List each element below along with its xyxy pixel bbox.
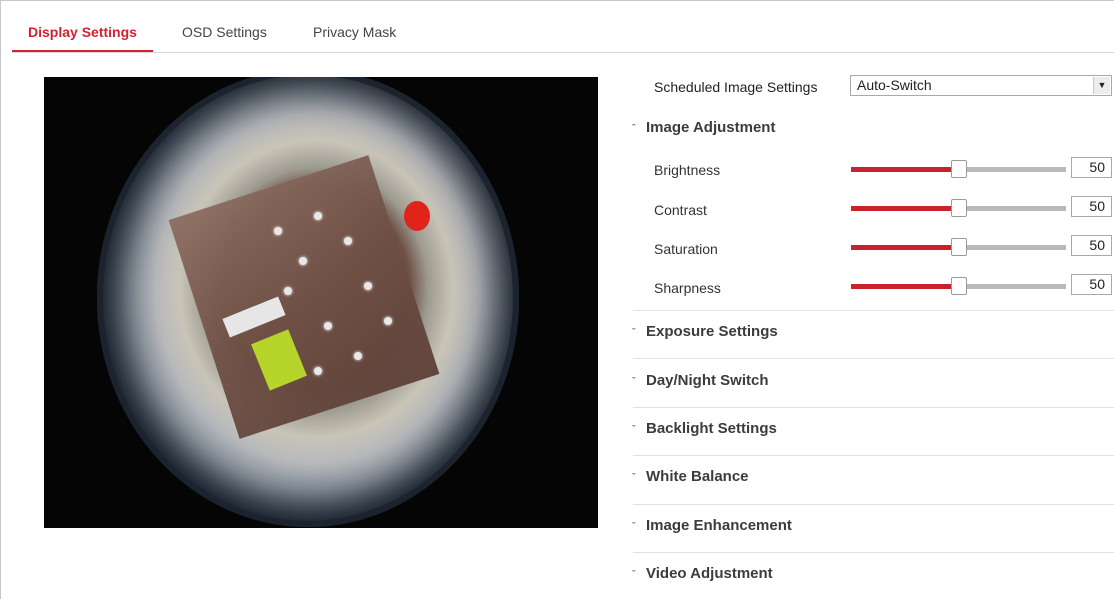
- saturation-label: Saturation: [654, 241, 718, 257]
- chevron-up-icon: ˆ: [632, 123, 636, 135]
- section-title: Exposure Settings: [646, 323, 778, 340]
- brightness-slider-thumb[interactable]: [950, 160, 967, 178]
- section-divider: [633, 358, 1114, 359]
- sharpness-slider-fill: [851, 284, 959, 289]
- saturation-slider-fill: [851, 245, 959, 250]
- section-title: Image Adjustment: [646, 119, 776, 136]
- fisheye-post: [284, 287, 292, 295]
- frame-border-top: [0, 0, 1114, 1]
- sharpness-value-field[interactable]: 50: [1071, 274, 1112, 295]
- section-exposure-settings[interactable]: ˇ Exposure Settings: [632, 322, 778, 343]
- fisheye-post: [354, 352, 362, 360]
- contrast-label: Contrast: [654, 202, 707, 218]
- section-divider: [633, 407, 1114, 408]
- fisheye-post: [314, 212, 322, 220]
- saturation-slider[interactable]: [851, 238, 1066, 256]
- brightness-slider-fill: [851, 167, 959, 172]
- saturation-value-field[interactable]: 50: [1071, 235, 1112, 256]
- section-title: Day/Night Switch: [646, 372, 769, 389]
- section-video-adjustment[interactable]: ˇ Video Adjustment: [632, 564, 773, 585]
- contrast-value-field[interactable]: 50: [1071, 196, 1112, 217]
- tab-privacy-mask[interactable]: Privacy Mask: [313, 8, 396, 50]
- chevron-down-icon: ˇ: [632, 424, 636, 436]
- contrast-slider-thumb[interactable]: [950, 199, 967, 217]
- scheduled-image-settings-label: Scheduled Image Settings: [654, 79, 818, 95]
- fisheye-post: [344, 237, 352, 245]
- section-day-night-switch[interactable]: ˇ Day/Night Switch: [632, 371, 769, 392]
- sharpness-slider-thumb[interactable]: [950, 277, 967, 295]
- fisheye-post: [314, 367, 322, 375]
- frame-border-left: [0, 0, 1, 599]
- scheduled-image-settings-value: Auto-Switch: [857, 77, 932, 93]
- brightness-value-field[interactable]: 50: [1071, 157, 1112, 178]
- brightness-slider[interactable]: [851, 160, 1066, 178]
- chevron-down-icon: ˇ: [632, 376, 636, 388]
- section-backlight-settings[interactable]: ˇ Backlight Settings: [632, 419, 777, 440]
- section-image-adjustment[interactable]: ˆ Image Adjustment: [632, 118, 775, 139]
- live-video-preview: [44, 77, 598, 528]
- section-title: Image Enhancement: [646, 517, 792, 534]
- section-title: Backlight Settings: [646, 420, 777, 437]
- fisheye-red-balloon: [404, 201, 430, 231]
- fisheye-post: [299, 257, 307, 265]
- chevron-down-icon: ˇ: [632, 472, 636, 484]
- contrast-slider[interactable]: [851, 199, 1066, 217]
- chevron-down-icon: ˇ: [632, 569, 636, 581]
- section-title: Video Adjustment: [646, 565, 773, 582]
- fisheye-post: [324, 322, 332, 330]
- tab-osd-settings[interactable]: OSD Settings: [182, 8, 267, 50]
- scheduled-image-settings-select[interactable]: Auto-Switch ▼: [850, 75, 1112, 96]
- sharpness-slider[interactable]: [851, 277, 1066, 295]
- tab-bar: Display Settings OSD Settings Privacy Ma…: [12, 8, 1114, 53]
- contrast-slider-fill: [851, 206, 959, 211]
- section-divider: [633, 310, 1114, 311]
- section-image-enhancement[interactable]: ˇ Image Enhancement: [632, 516, 792, 537]
- section-white-balance[interactable]: ˇ White Balance: [632, 467, 749, 488]
- dropdown-arrow-icon[interactable]: ▼: [1093, 77, 1110, 94]
- chevron-down-icon: ˇ: [632, 327, 636, 339]
- chevron-down-icon: ˇ: [632, 521, 636, 533]
- tab-display-settings[interactable]: Display Settings: [12, 8, 153, 52]
- section-divider: [633, 552, 1114, 553]
- fisheye-post: [274, 227, 282, 235]
- fisheye-post: [364, 282, 372, 290]
- brightness-label: Brightness: [654, 162, 721, 178]
- section-divider: [633, 455, 1114, 456]
- saturation-slider-thumb[interactable]: [950, 238, 967, 256]
- sharpness-label: Sharpness: [654, 280, 721, 296]
- section-title: White Balance: [646, 468, 749, 485]
- fisheye-post: [384, 317, 392, 325]
- section-divider: [633, 504, 1114, 505]
